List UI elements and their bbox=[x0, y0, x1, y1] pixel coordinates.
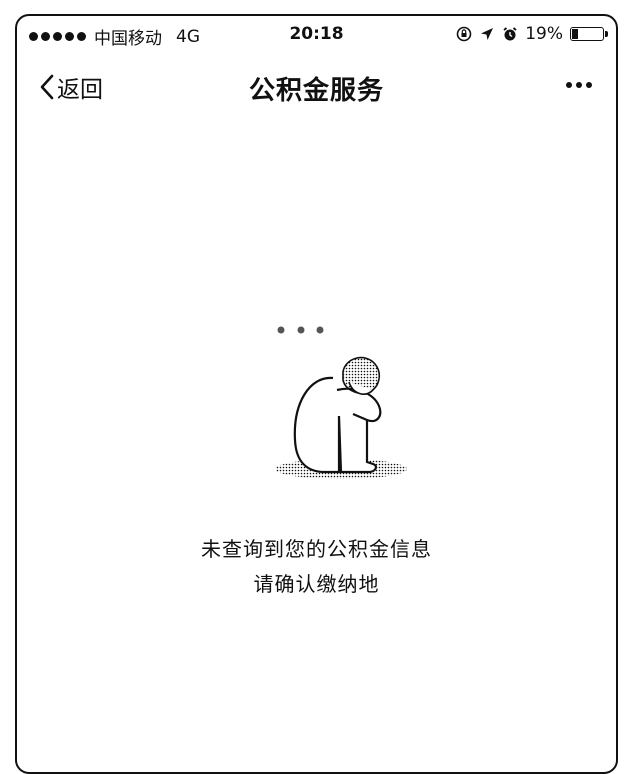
battery-percent: 19% bbox=[525, 24, 563, 44]
empty-message-line1: 未查询到您的公积金信息 bbox=[201, 537, 432, 561]
battery-level bbox=[572, 29, 578, 39]
location-arrow-icon bbox=[481, 28, 494, 40]
more-dots-icon[interactable] bbox=[566, 82, 592, 88]
navigation-bar: 返回 公积金服务 bbox=[17, 62, 616, 118]
battery-icon bbox=[570, 27, 608, 41]
empty-message-line2: 请确认缴纳地 bbox=[253, 572, 380, 596]
orientation-lock-icon bbox=[456, 26, 472, 42]
phone-frame: 中国移动 4G 20:18 19% 返回 公积金服务 未查询到您的公积金信息 请… bbox=[15, 14, 618, 774]
alarm-icon bbox=[503, 27, 517, 41]
sad-person-illustration bbox=[275, 326, 407, 479]
status-right: 19% bbox=[456, 24, 608, 44]
page-title: 公积金服务 bbox=[248, 76, 384, 106]
status-bar: 中国移动 4G 20:18 19% bbox=[17, 16, 616, 54]
